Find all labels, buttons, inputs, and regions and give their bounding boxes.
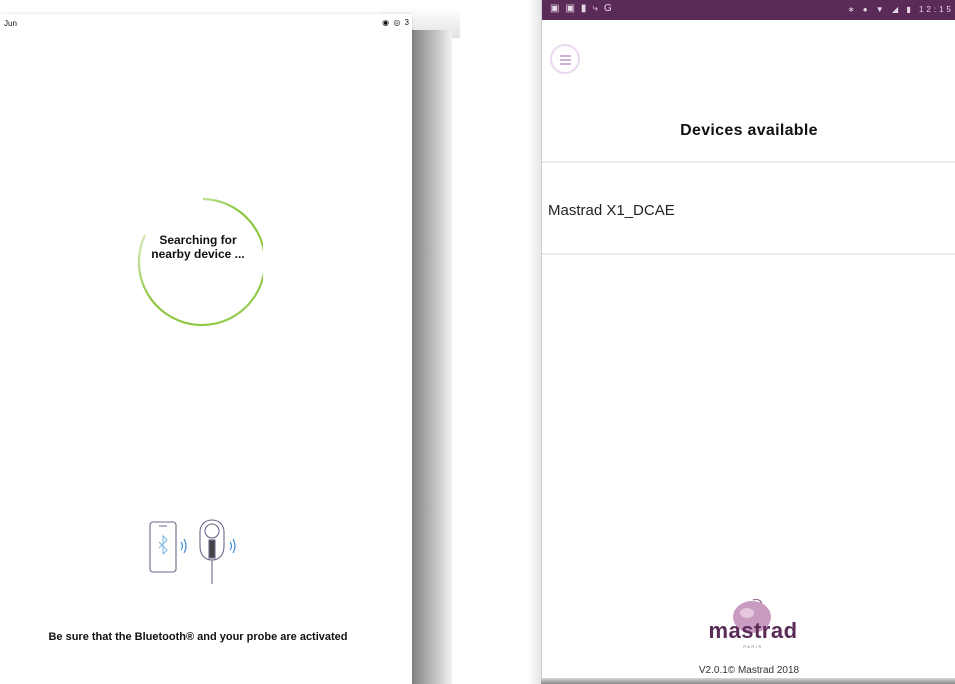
divider-bottom <box>542 253 955 255</box>
usb-icon: ▮ <box>580 3 593 14</box>
bluetooth-status-icon: ∗ <box>847 5 858 14</box>
probe-icon <box>199 519 225 584</box>
status-bar: Jun ◉ ◎ 3 <box>0 14 412 32</box>
notification-icons: ▣▣▮⤷G <box>550 3 618 14</box>
dnd-icon: ● <box>862 5 871 14</box>
status-icons: ◉ ◎ 3 <box>382 18 410 27</box>
google-icon: G <box>604 3 618 14</box>
mastrad-logo: mastrad PARIS <box>708 598 797 649</box>
bluetooth-icon <box>158 534 168 556</box>
image-icon: ▣ <box>550 3 566 14</box>
wifi-icon: ◉ <box>382 18 391 27</box>
right-bottom-shadow <box>541 678 955 684</box>
page-title: Devices available <box>680 122 818 139</box>
wifi-icon: ▼ <box>875 5 887 14</box>
bluetooth-instruction: Be sure that the Bluetooth® and your pro… <box>48 631 348 643</box>
menu-bar-icon <box>560 63 571 65</box>
signal-icon: ◢ <box>891 5 902 14</box>
spinner-line-1: Searching for <box>159 233 237 247</box>
probe-signal-waves-icon <box>229 538 236 554</box>
devices-screen: ▣▣▮⤷G ∗ ● ▼ ◢ ▮ 12:15 Devices available … <box>541 0 955 684</box>
spinner-label: Searching for nearby device ... <box>133 233 263 261</box>
hamburger-menu-button[interactable] <box>550 44 580 74</box>
wrench-icon: ⤷ <box>592 3 605 14</box>
phone-and-probe-illustration <box>149 519 236 584</box>
logo-tagline: PARIS <box>743 644 762 649</box>
system-icons: ∗ ● ▼ ◢ ▮ 12:15 <box>848 5 954 14</box>
version-label: V2.0.1© Mastrad 2018 <box>698 665 800 676</box>
logo-wordmark: mastrad <box>708 618 797 643</box>
battery-icon: ▮ <box>906 5 914 14</box>
menu-bar-icon <box>560 55 571 57</box>
status-time: 12:15 <box>918 5 954 14</box>
menu-bar-icon <box>560 59 571 61</box>
search-spinner <box>137 197 263 327</box>
right-shadow <box>528 0 542 684</box>
location-icon: ◎ <box>393 18 402 27</box>
gallery-icon: ▣ <box>565 3 581 14</box>
search-screen: Jun ◉ ◎ 3 Searching for nearby device ..… <box>0 14 412 684</box>
spinner-line-2: nearby device ... <box>151 247 245 261</box>
device-name: Mastrad X1_DCAE <box>548 202 675 219</box>
device-list-item[interactable]: Mastrad X1_DCAE <box>542 163 955 253</box>
status-carrier: Jun <box>4 19 17 28</box>
signal-waves-icon <box>180 538 187 554</box>
status-battery-text: 3 <box>404 18 410 27</box>
status-bar: ▣▣▮⤷G ∗ ● ▼ ◢ ▮ 12:15 <box>542 0 955 20</box>
